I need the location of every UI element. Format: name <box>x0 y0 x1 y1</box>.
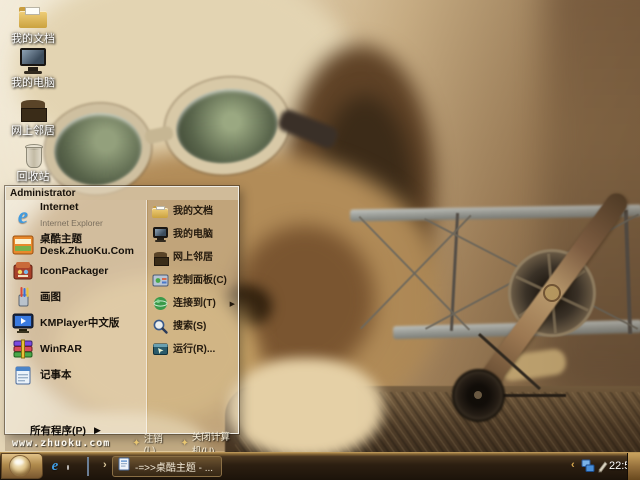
show-desktop-endcap[interactable] <box>627 453 640 480</box>
start-menu-panel: Administrator e Internet Internet Explor… <box>5 186 239 437</box>
winrar-icon <box>11 337 35 361</box>
menu-item-winrar[interactable]: WinRAR <box>6 336 146 362</box>
kmplayer-icon <box>11 311 35 335</box>
desktop-icon-recycle-bin[interactable]: 回收站 <box>0 140 66 183</box>
control-panel-icon <box>152 272 169 289</box>
iconpackager-icon <box>11 259 35 283</box>
internet-explorer-icon: e <box>17 203 29 228</box>
menu-item-label: KMPlayer中文版 <box>40 317 120 329</box>
desktop-icon-my-computer[interactable]: 我的电脑 <box>0 46 66 89</box>
network-places-icon <box>152 249 170 266</box>
my-documents-icon <box>152 203 169 220</box>
menu-item-network-places[interactable]: 网上邻居 <box>148 246 238 269</box>
menu-item-label: WinRAR <box>40 343 82 355</box>
my-documents-icon <box>18 2 48 32</box>
menu-item-iconpackager[interactable]: IconPackager <box>6 258 146 284</box>
zhuoku-theme-icon <box>11 233 35 257</box>
menu-item-control-panel[interactable]: 控制面板(C) <box>148 269 238 292</box>
task-button-label: -=>>桌酷主题 - ... <box>135 463 214 474</box>
menu-item-label: IconPackager <box>40 265 109 277</box>
recycle-bin-icon <box>18 140 48 170</box>
quicklaunch-messenger-icon[interactable] <box>87 457 89 476</box>
menu-item-zhuoku-theme[interactable]: 桌酷主题Desk.ZhuoKu.Com <box>6 232 146 258</box>
menu-item-connect-to[interactable]: 连接到(T) ▶ <box>148 292 238 315</box>
ime-pen-icon[interactable] <box>597 460 609 473</box>
document-icon <box>118 457 131 476</box>
paint-icon <box>11 285 35 309</box>
desktop-icon-my-documents[interactable]: 我的文档 <box>0 2 66 45</box>
menu-item-search[interactable]: 搜索(S) <box>148 315 238 338</box>
menu-item-paint[interactable]: 画图 <box>6 284 146 310</box>
connect-to-icon <box>152 295 169 312</box>
start-menu-left-column: e Internet Internet Explorer 桌酷主题Desk.Zh… <box>6 200 147 437</box>
shutdown-icon: ✦ <box>180 437 189 449</box>
taskbar-task-button[interactable]: -=>>桌酷主题 - ... <box>112 456 222 477</box>
quicklaunch-internet-explorer-icon[interactable]: e <box>47 458 63 474</box>
menu-item-internet[interactable]: e Internet Internet Explorer <box>6 200 146 232</box>
desktop-icon-label: 我的电脑 <box>11 77 55 89</box>
menu-item-label: 画图 <box>40 291 61 303</box>
submenu-arrow-icon: ▶ <box>229 300 235 308</box>
my-computer-icon <box>152 226 169 243</box>
menu-item-label: Internet <box>40 201 79 213</box>
notepad-icon <box>11 363 35 387</box>
menu-item-my-computer[interactable]: 我的电脑 <box>148 223 238 246</box>
network-icon[interactable] <box>581 459 595 473</box>
desktop-icon-label: 回收站 <box>16 171 50 183</box>
start-menu-username: Administrator <box>6 187 238 200</box>
menu-item-run[interactable]: 运行(R)... <box>148 338 238 361</box>
search-icon <box>152 318 169 335</box>
tray-collapse-chevron[interactable]: ‹ <box>571 459 575 471</box>
menu-item-label: 记事本 <box>40 369 72 381</box>
menu-item-sublabel: Internet Explorer <box>40 218 103 228</box>
start-button[interactable] <box>9 455 31 477</box>
desktop-icon-label: 网上邻居 <box>11 125 55 137</box>
all-programs-arrow-icon: ▶ <box>94 424 101 435</box>
desktop-icon-label: 我的文档 <box>11 33 55 45</box>
zhuoku-watermark: www.zhuoku.com <box>12 437 111 449</box>
menu-item-label: 控制面板(C) <box>173 275 227 286</box>
menu-item-my-documents[interactable]: 我的文档 <box>148 200 238 223</box>
menu-item-label: 我的文档 <box>173 206 213 217</box>
desktop-icon-network-places[interactable]: 网上邻居 <box>0 94 66 137</box>
menu-item-label: 桌酷主题Desk.ZhuoKu.Com <box>40 233 134 257</box>
menu-item-label: 搜索(S) <box>173 321 207 332</box>
start-menu-right-column: 我的文档 我的电脑 网上邻居 控制面板(C) 连接到(T) ▶ 搜索(S) 运行… <box>148 200 238 433</box>
network-places-icon <box>18 94 48 124</box>
menu-item-notepad[interactable]: 记事本 <box>6 362 146 388</box>
log-off-icon: ✦ <box>132 437 141 449</box>
menu-item-label: 运行(R)... <box>173 344 216 355</box>
run-icon <box>152 341 169 358</box>
menu-item-label: 连接到(T) <box>173 298 216 309</box>
menu-item-kmplayer[interactable]: KMPlayer中文版 <box>6 310 146 336</box>
menu-item-label: 网上邻居 <box>173 252 213 263</box>
start-menu-footer: www.zhuoku.com ✦ 注销(L) ✦ 关闭计算机(U) <box>5 432 239 457</box>
quicklaunch-expand-chevron[interactable]: › <box>103 459 107 471</box>
menu-item-label: 我的电脑 <box>173 229 213 240</box>
taskbar <box>0 452 640 480</box>
my-computer-icon <box>18 46 48 76</box>
